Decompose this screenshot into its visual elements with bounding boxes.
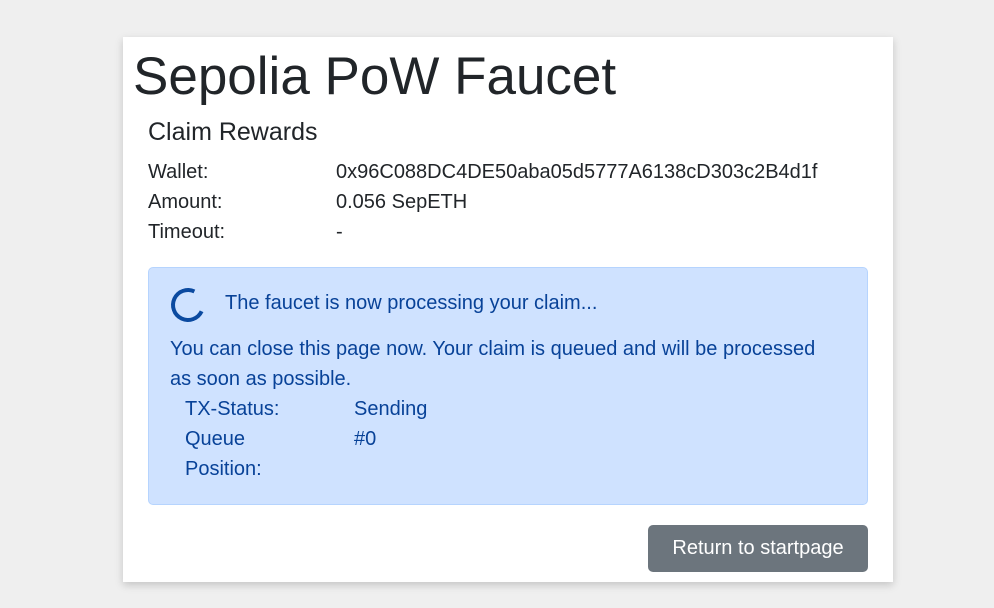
tx-status-value: Sending [354, 398, 428, 420]
status-alert: The faucet is now processing your claim.… [148, 267, 868, 505]
alert-heading: The faucet is now processing your claim.… [225, 292, 598, 314]
page-title: Sepolia PoW Faucet [133, 47, 617, 106]
amount-label: Amount: [148, 191, 223, 213]
return-to-startpage-button[interactable]: Return to startpage [648, 525, 868, 572]
amount-value: 0.056 SepETH [336, 191, 468, 213]
wallet-address: 0x96C088DC4DE50aba05d5777A6138cD303c2B4d… [336, 161, 818, 183]
wallet-label: Wallet: [148, 161, 209, 183]
tx-status-label: TX-Status: [185, 398, 280, 420]
queue-position-value: #0 [354, 428, 377, 450]
queue-position-label: Queue Position: [185, 428, 262, 480]
loading-spinner-icon [166, 283, 210, 327]
alert-message: You can close this page now. Your claim … [170, 338, 816, 390]
timeout-label: Timeout: [148, 221, 226, 243]
claim-card: Sepolia PoW Faucet Claim Rewards Wallet:… [123, 37, 893, 582]
timeout-value: - [336, 221, 343, 243]
section-title: Claim Rewards [148, 118, 318, 146]
